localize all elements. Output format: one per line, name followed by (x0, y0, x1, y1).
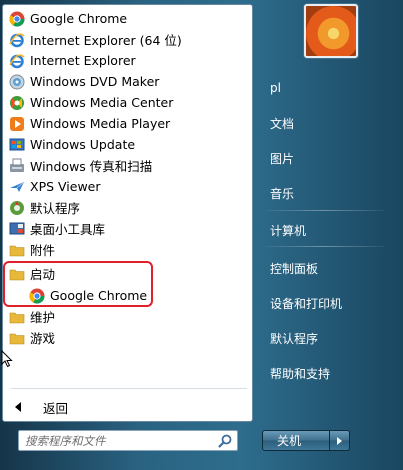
separator (11, 388, 247, 389)
program-label: 附件 (30, 243, 56, 258)
program-item-google-chrome[interactable]: Google Chrome (5, 8, 251, 29)
right-item-control-panel[interactable]: 控制面板 (262, 257, 387, 279)
program-item-ie[interactable]: Internet Explorer (5, 50, 251, 71)
programs-pane: Google Chrome Internet Explorer (64 位) I… (2, 4, 253, 422)
program-item-gadgets[interactable]: 桌面小工具库 (5, 218, 251, 239)
program-label: 游戏 (30, 331, 56, 346)
program-item-ie-64[interactable]: Internet Explorer (64 位) (5, 29, 251, 50)
fax-scan-icon (9, 158, 25, 174)
right-separator (266, 246, 384, 247)
shutdown-options-button[interactable] (330, 430, 350, 451)
back-arrow-icon (15, 402, 21, 412)
folder-icon (9, 330, 25, 346)
folder-icon (9, 242, 25, 258)
right-item-label: pl (270, 81, 281, 95)
right-item-label: 设备和打印机 (270, 296, 343, 311)
highlight-annotation (3, 261, 153, 307)
search-icon[interactable] (217, 433, 233, 449)
right-item-music[interactable]: 音乐 (262, 182, 387, 204)
program-label: Windows Media Player (30, 116, 171, 131)
user-avatar[interactable] (304, 4, 358, 58)
program-label: Google Chrome (30, 11, 128, 26)
ie-icon (9, 32, 25, 48)
xps-viewer-icon (9, 179, 25, 195)
ie-icon (9, 53, 25, 69)
right-item-label: 计算机 (270, 223, 307, 238)
media-player-icon (9, 116, 25, 132)
program-label: 默认程序 (30, 201, 81, 216)
shutdown-label: 关机 (276, 434, 301, 448)
program-label: 维护 (30, 310, 56, 325)
folder-item-maintenance[interactable]: 维护 (5, 306, 251, 327)
gadgets-icon (9, 221, 25, 237)
right-item-label: 默认程序 (270, 331, 319, 346)
right-item-help-support[interactable]: 帮助和支持 (262, 362, 387, 384)
program-label: Windows Update (30, 137, 136, 152)
right-item-user[interactable]: pl (262, 77, 387, 99)
right-item-label: 文档 (270, 116, 295, 131)
folder-icon (9, 309, 25, 325)
back-button[interactable]: 返回 (11, 397, 131, 417)
program-item-xps-viewer[interactable]: XPS Viewer (5, 176, 251, 197)
program-item-media-player[interactable]: Windows Media Player (5, 113, 251, 134)
program-item-dvd-maker[interactable]: Windows DVD Maker (5, 71, 251, 92)
search-input[interactable] (19, 433, 217, 448)
search-box[interactable] (18, 430, 238, 451)
program-item-windows-update[interactable]: Windows Update (5, 134, 251, 155)
shutdown-button[interactable]: 关机 (262, 430, 330, 451)
program-label: Windows DVD Maker (30, 74, 160, 89)
right-item-label: 音乐 (270, 186, 295, 201)
start-menu: Google Chrome Internet Explorer (64 位) I… (0, 0, 403, 470)
right-item-default-programs[interactable]: 默认程序 (262, 327, 387, 349)
media-center-icon (9, 95, 25, 111)
dvd-maker-icon (9, 74, 25, 90)
right-item-label: 控制面板 (270, 261, 319, 276)
program-item-fax-scan[interactable]: Windows 传真和扫描 (5, 155, 251, 176)
windows-update-icon (9, 137, 25, 153)
right-item-computer[interactable]: 计算机 (262, 219, 387, 241)
mouse-cursor-icon (1, 350, 13, 368)
right-item-label: 帮助和支持 (270, 366, 331, 381)
program-label: Windows 传真和扫描 (30, 159, 153, 174)
default-programs-icon (9, 200, 25, 216)
chrome-icon (9, 11, 25, 27)
program-label: Internet Explorer (30, 53, 136, 68)
right-separator (266, 210, 384, 211)
folder-item-games[interactable]: 游戏 (5, 327, 251, 348)
right-item-label: 图片 (270, 151, 295, 166)
right-item-documents[interactable]: 文档 (262, 112, 387, 134)
right-item-pictures[interactable]: 图片 (262, 147, 387, 169)
folder-item-accessories[interactable]: 附件 (5, 239, 251, 260)
program-label: 桌面小工具库 (30, 222, 106, 237)
right-item-devices-printers[interactable]: 设备和打印机 (262, 292, 387, 314)
program-item-default-programs[interactable]: 默认程序 (5, 197, 251, 218)
program-item-media-center[interactable]: Windows Media Center (5, 92, 251, 113)
program-label: XPS Viewer (30, 179, 101, 194)
program-label: Windows Media Center (30, 95, 174, 110)
program-label: Internet Explorer (64 位) (30, 33, 182, 48)
back-label: 返回 (43, 400, 69, 416)
